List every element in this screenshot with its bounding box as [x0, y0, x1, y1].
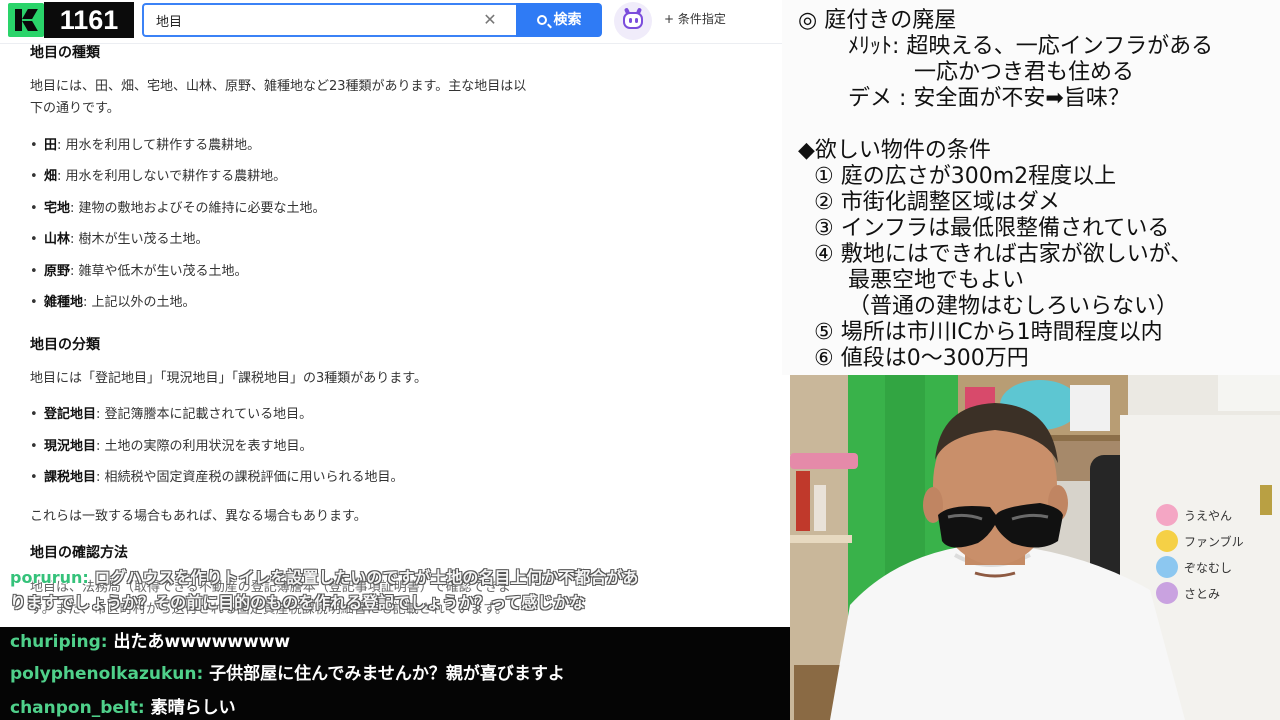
chat-message: chanpon_belt: 素晴らしい [10, 693, 236, 718]
site-logo[interactable] [8, 3, 44, 37]
filter-conditions-link[interactable]: + 条件指定 [664, 10, 726, 27]
merit-label: ﾒﾘｯﾄ: [848, 34, 907, 59]
condition-item-cont: 最悪空地でもよい [848, 268, 1025, 293]
merit-line: ﾒﾘｯﾄ: 超映える、一応インフラがある [848, 34, 1213, 60]
section-heading-types: 地目の種類 [30, 45, 100, 61]
search-button-label: 検索 [553, 12, 582, 28]
list-item: • 課税地目: 相続税や固定資産税の課税評価に用いられる地目。 [30, 470, 404, 485]
condition-item: ⑥ 値段は0～300万円 [814, 346, 1029, 371]
section-heading-classification: 地目の分類 [30, 337, 100, 353]
condition-item: ④ 敷地にはできれば古家が欲しいが、 [814, 242, 1193, 267]
shelf-label: ぞなむし [1184, 561, 1232, 575]
condition-item: ① 庭の広さが300m2程度以上 [814, 164, 1117, 189]
chat-message: churiping: 出たあwwwwwwww [10, 627, 290, 652]
chat-username: polyphenolkazukun: [10, 664, 204, 684]
search-header: 1161 ✕ 検索 + 条件指定 [0, 0, 782, 44]
condition-item: ⑤ 場所は市川ICから1時間程度以内 [814, 320, 1163, 345]
section-heading-check-method: 地目の確認方法 [30, 545, 128, 561]
notes-title: ◎ 庭付きの廃屋 [798, 8, 957, 33]
condition-item: ③ インフラは最低限整備されている [814, 216, 1170, 241]
search-box: ✕ [142, 3, 518, 37]
list-item: • 山林: 樹木が生い茂る土地。 [30, 232, 209, 247]
list-item: • 宅地: 建物の敷地およびその維持に必要な土地。 [30, 201, 326, 216]
browser-panel: 1161 ✕ 検索 + 条件指定 地目の種類 地目には、田、畑、宅地、山林、原野… [0, 0, 790, 720]
shelf-label: ファンブル [1184, 534, 1244, 549]
condition-item-cont: （普通の建物はむしろいらない） [848, 294, 1179, 319]
classification-note: これらは一致する場合もあれば、異なる場合もあります。 [30, 509, 367, 524]
demerit-label: デメ : [848, 86, 914, 111]
webcam-feed: うえやん ファンブル ぞなむし さとみ [790, 375, 1280, 720]
list-item: • 畑: 用水を利用しないで耕作する農耕地。 [30, 169, 287, 184]
notes-panel: ◎ 庭付きの廃屋 ﾒﾘｯﾄ: 超映える、一応インフラがある 一応かつき君も住める… [782, 0, 1280, 375]
condition-item: ② 市街化調整区域はダメ [814, 190, 1061, 215]
chat-text: ログハウスを作りトイレを設置したいのですが土地の名目上何か不都合があ [88, 568, 639, 587]
merit-line2: 一応かつき君も住める [914, 60, 1135, 85]
demerit-text: 安全面が不安➡旨味？ [913, 86, 1130, 111]
list-item: • 原野: 雑草や低木が生い茂る土地。 [30, 264, 248, 279]
merit-text: 超映える、一応インフラがある [906, 34, 1214, 59]
shelf-label: さとみ [1184, 587, 1220, 601]
demerit-line: デメ : 安全面が不安➡旨味？ [848, 86, 1130, 112]
webcam-scene: うえやん ファンブル ぞなむし さとみ [790, 375, 1280, 720]
search-icon [536, 15, 547, 25]
types-intro-line2: 下の通りです。 [30, 101, 120, 116]
chat-username: churiping: [10, 632, 108, 652]
chat-panel: churiping: 出たあwwwwwwww polyphenolkazukun… [0, 627, 790, 720]
classification-intro: 地目には「登記地目」「現況地目」「課税地目」の3種類があります。 [30, 371, 427, 386]
clear-icon[interactable]: ✕ [480, 10, 500, 30]
list-item: • 登記地目: 登記簿謄本に記載されている地目。 [30, 407, 313, 422]
search-input[interactable] [156, 5, 476, 35]
types-intro-line1: 地目には、田、畑、宅地、山林、原野、雑種地など23種類があります。主な地目は以 [30, 79, 527, 94]
chat-message: polyphenolkazukun: 子供部屋に住んでみませんか？親が喜びますよ [10, 659, 565, 684]
chat-text: 出たあwwwwwwww [107, 632, 291, 652]
chat-text: りますでしょうか？その前に目的のものを作れる登記でしょうか？って感じかな [10, 593, 586, 612]
chat-text: 素晴らしい [144, 698, 236, 718]
viewer-counter: 1161 [44, 2, 134, 38]
list-item: • 田: 用水を利用して耕作する農耕地。 [30, 138, 261, 153]
list-item: • 現況地目: 土地の実際の利用状況を表す地目。 [30, 439, 313, 454]
list-item: • 雑種地: 上記以外の土地。 [30, 295, 196, 310]
chat-username: porurun: [10, 568, 89, 587]
search-button[interactable]: 検索 [516, 3, 602, 37]
conditions-title: ◆欲しい物件の条件 [798, 138, 991, 163]
chat-text: 子供部屋に住んでみませんか？親が喜びますよ [203, 664, 565, 684]
chat-username: chanpon_belt: [10, 698, 145, 718]
ai-assistant-icon[interactable] [614, 2, 652, 40]
shelf-label: うえやん [1184, 509, 1232, 523]
